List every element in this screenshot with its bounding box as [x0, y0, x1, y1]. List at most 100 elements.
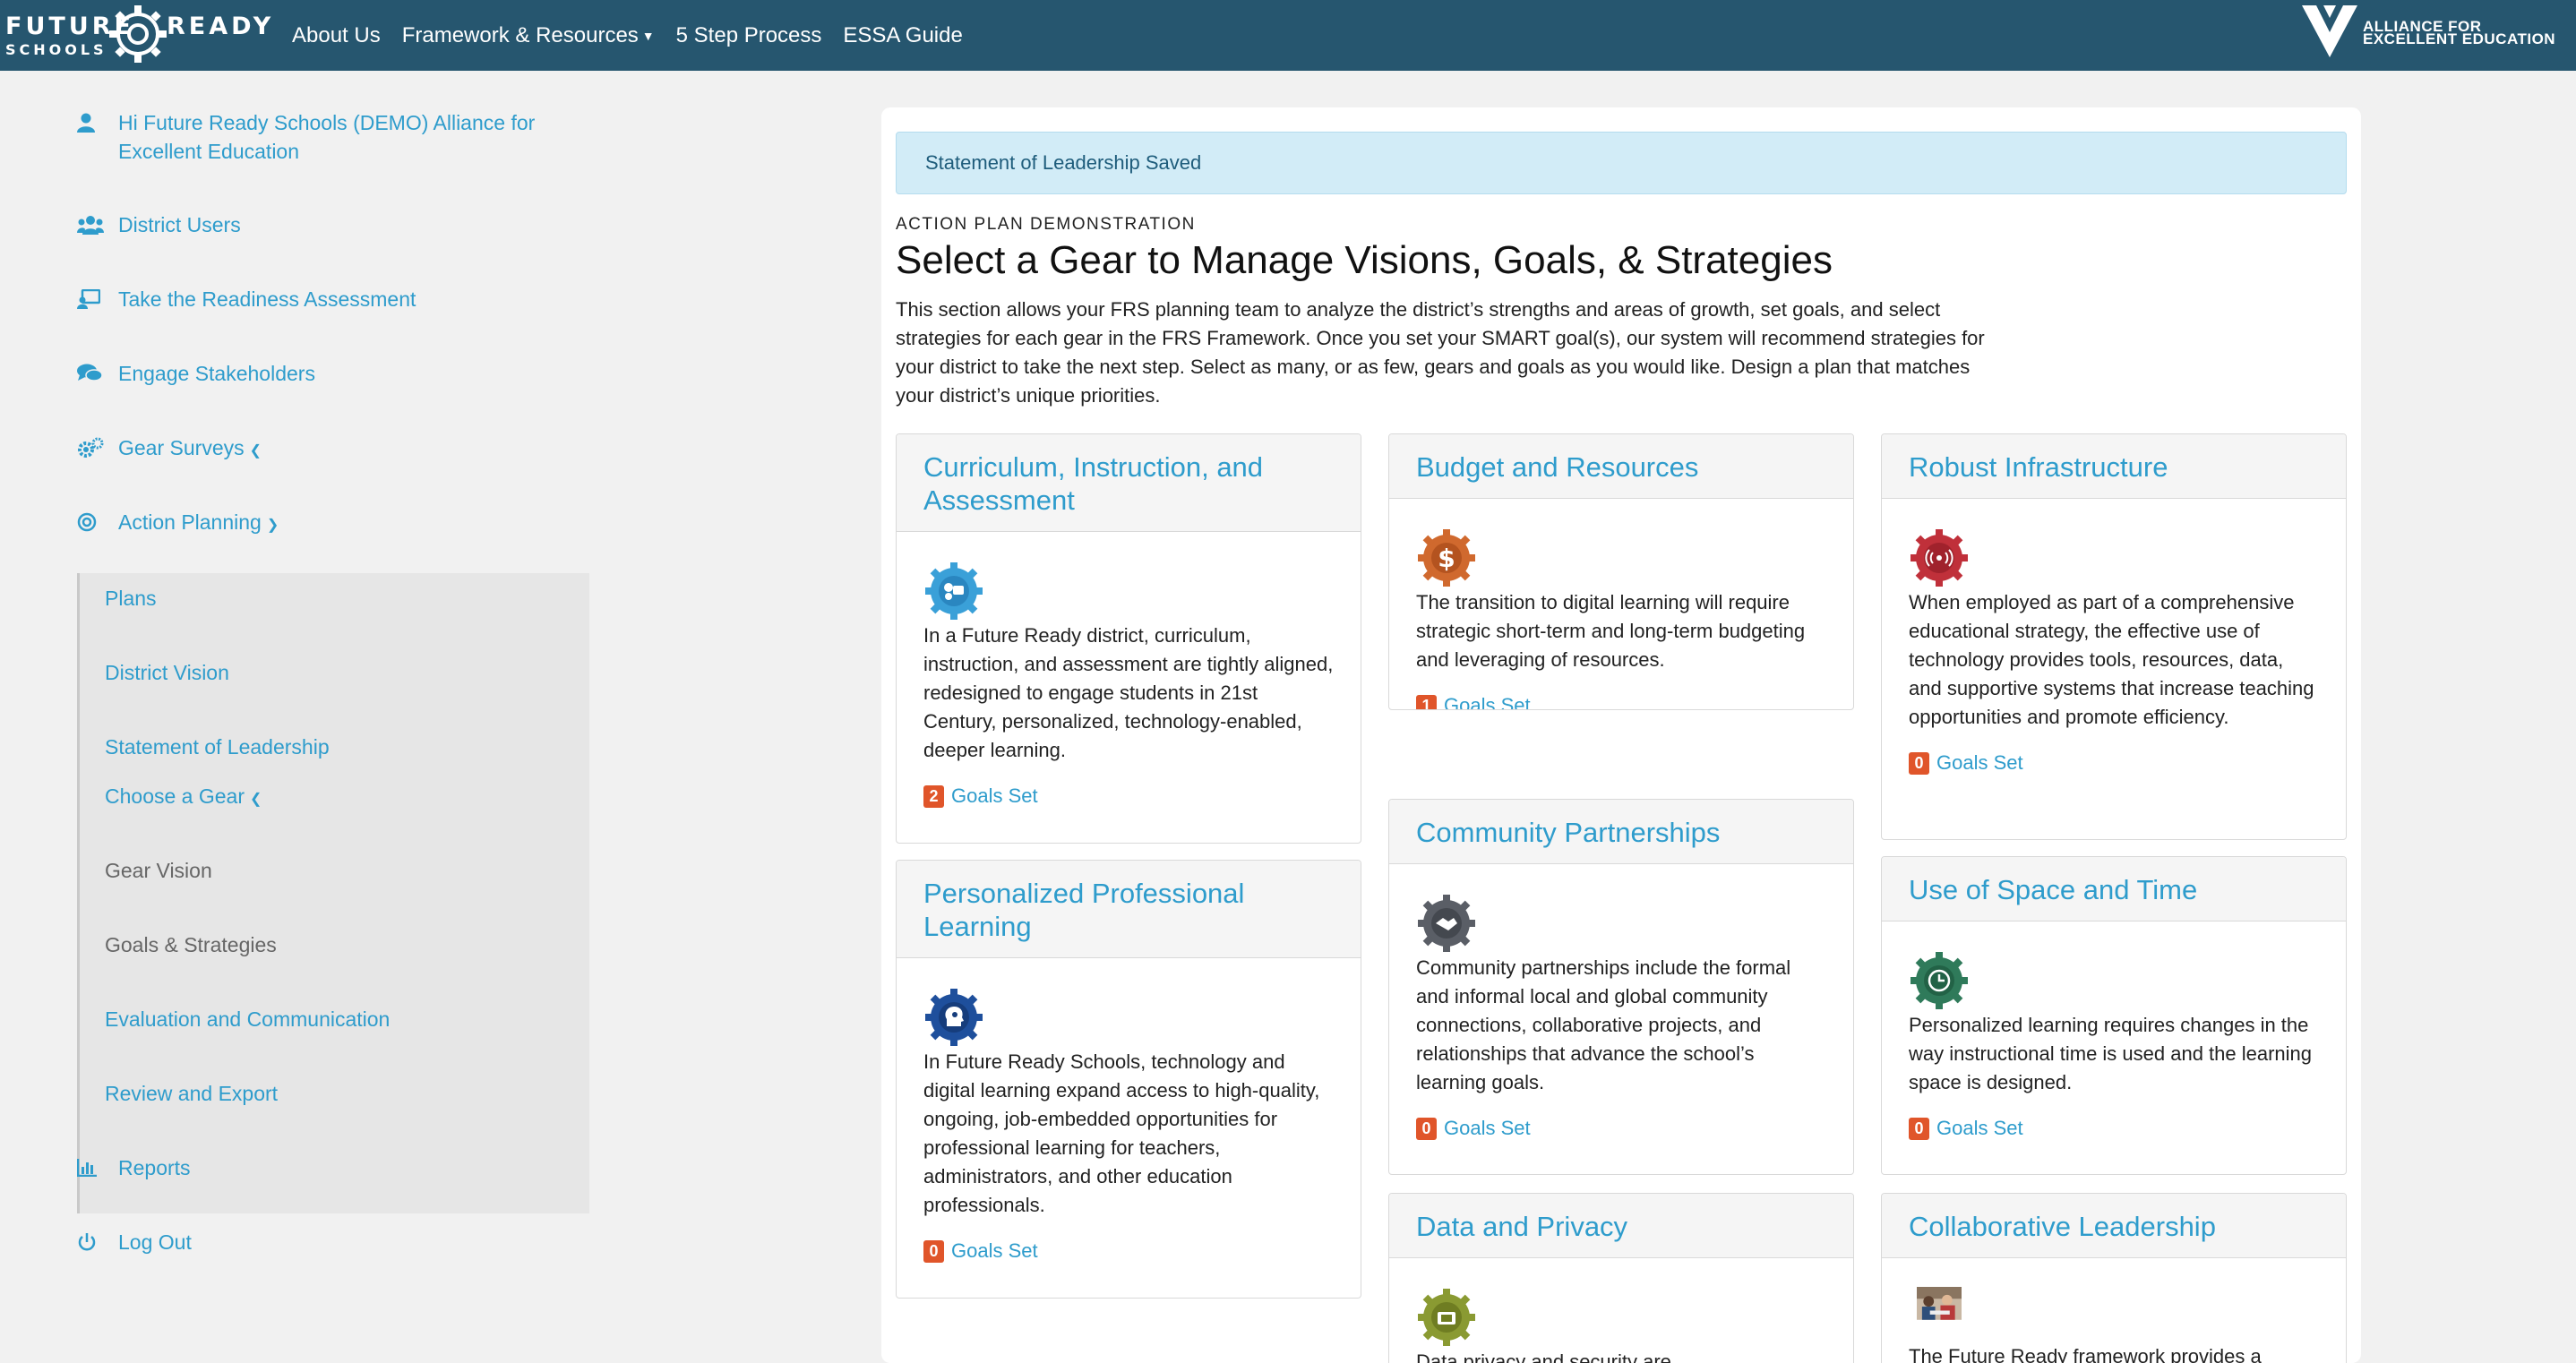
main-panel: Statement of Leadership Saved ACTION PLA… [881, 107, 2361, 1363]
subnav-evaluation-communication[interactable]: Evaluation and Communication [105, 1007, 390, 1032]
greeting-text: Hi Future Ready Schools (DEMO) Alliance … [118, 111, 536, 163]
gear-card-collaborative-leadership[interactable]: Collaborative Leadership The Future Read… [1881, 1193, 2347, 1363]
action-planning-text: Action Planning [118, 510, 262, 534]
goals-set-link[interactable]: 1 Goals Set [1416, 694, 1826, 710]
card-description: The Future Ready framework provides a [1909, 1345, 2262, 1363]
goals-label: Goals Set [1444, 1117, 1531, 1139]
page-title: Select a Gear to Manage Visions, Goals, … [896, 238, 1833, 282]
card-title[interactable]: Data and Privacy [1389, 1194, 1853, 1258]
nav-label: About Us [292, 22, 381, 47]
card-description: The transition to digital learning will … [1416, 591, 1806, 671]
main-nav: About Us Framework & Resources ▼ 5 Step P… [292, 0, 984, 71]
subnav-statement-of-leadership[interactable]: Statement of Leadership [105, 735, 330, 759]
top-navbar: FUTURE READY SCHOOLS About Us Framework … [0, 0, 2576, 71]
sidebar-item-label: Log Out [118, 1230, 192, 1254]
sidebar-item-gear-surveys[interactable]: Gear Surveys ❮ [77, 433, 262, 462]
comments-icon [77, 359, 113, 388]
subnav-district-vision[interactable]: District Vision [105, 661, 229, 685]
sidebar-greeting[interactable]: Hi Future Ready Schools (DEMO) Alliance … [77, 108, 535, 163]
subnav-goals-strategies[interactable]: Goals & Strategies [105, 933, 277, 957]
gear-card-data-privacy[interactable]: Data and Privacy Data privacy and securi… [1388, 1193, 1854, 1363]
alliance-logo[interactable]: ALLIANCE FOR EXCELLENT EDUCATION [2300, 0, 2569, 71]
nav-5-step-process[interactable]: 5 Step Process [676, 23, 822, 48]
gear-card-space-time[interactable]: Use of Space and Time Personalized learn… [1881, 856, 2347, 1175]
nav-label: ESSA Guide [843, 22, 963, 47]
success-alert: Statement of Leadership Saved [896, 132, 2347, 194]
goals-label: Goals Set [1936, 751, 2023, 774]
sidebar-item-reports[interactable]: Reports [77, 1153, 191, 1182]
gear-card-community[interactable]: Community Partnerships Community partner… [1388, 799, 1854, 1175]
user-icon [77, 108, 113, 137]
goals-set-link[interactable]: 0 Goals Set [1909, 751, 2319, 775]
section-eyebrow: ACTION PLAN DEMONSTRATION [896, 215, 1196, 234]
goals-count-badge: 0 [1416, 1117, 1437, 1140]
users-icon [77, 210, 113, 239]
chevron-left-icon: ❮ [249, 443, 262, 459]
sidebar-item-label: Engage Stakeholders [118, 362, 315, 385]
nav-about-us[interactable]: About Us [292, 23, 381, 48]
card-description: When employed as part of a comprehensive… [1909, 591, 2314, 728]
logo-gear-icon [109, 5, 167, 63]
gear-card-professional-learning[interactable]: Personalized Professional Learning In Fu… [896, 860, 1361, 1299]
subnav-review-export[interactable]: Review and Export [105, 1082, 278, 1106]
goals-set-link[interactable]: 2 Goals Set [923, 784, 1334, 808]
nav-essa-guide[interactable]: ESSA Guide [843, 23, 962, 48]
goals-set-link[interactable]: 0 Goals Set [1909, 1117, 2319, 1140]
budget-gear-icon: $ [1418, 529, 1475, 587]
goals-count-badge: 2 [923, 784, 944, 808]
sidebar-item-label: Gear Surveys ❮ [118, 433, 620, 466]
sidebar-item-label: District Users [118, 213, 241, 236]
alliance-triangle-icon [2302, 5, 2357, 57]
goals-count-badge: 1 [1416, 694, 1437, 709]
goals-set-link[interactable]: 0 Goals Set [923, 1239, 1334, 1263]
card-title[interactable]: Collaborative Leadership [1882, 1194, 2346, 1258]
power-icon [77, 1228, 113, 1256]
sidebar-item-readiness-assessment[interactable]: Take the Readiness Assessment [77, 285, 416, 313]
clock-gear-icon [1911, 952, 1968, 1009]
goals-label: Goals Set [951, 784, 1038, 807]
caret-down-icon: ▼ [641, 28, 655, 43]
card-title[interactable]: Community Partnerships [1389, 800, 1853, 864]
assessment-icon [77, 285, 113, 313]
subnav-choose-a-gear[interactable]: Choose a Gear ❮ [105, 784, 262, 809]
sidebar-item-engage-stakeholders[interactable]: Engage Stakeholders [77, 359, 315, 388]
intro-paragraph: This section allows your FRS planning te… [896, 298, 1985, 407]
card-description: In Future Ready Schools, technology and … [923, 1050, 1320, 1216]
logo-word-ready: READY [167, 13, 275, 40]
sidebar-item-label: Action Planning ❯ [118, 508, 620, 540]
goals-count-badge: 0 [923, 1239, 944, 1263]
card-title[interactable]: Robust Infrastructure [1882, 434, 2346, 499]
future-ready-logo[interactable]: FUTURE READY SCHOOLS [5, 5, 270, 63]
cogs-icon [77, 433, 113, 462]
card-title[interactable]: Budget and Resources [1389, 434, 1853, 499]
nav-label: Framework & Resources [401, 22, 639, 47]
sidebar-item-action-planning[interactable]: Action Planning ❯ [77, 508, 279, 536]
goals-set-link[interactable]: 0 Goals Set [1416, 1117, 1826, 1140]
goals-label: Goals Set [1444, 694, 1531, 710]
card-title[interactable]: Personalized Professional Learning [897, 861, 1361, 958]
nav-framework-resources[interactable]: Framework & Resources ▼ [402, 23, 655, 48]
card-description: Community partnerships include the forma… [1416, 956, 1791, 1093]
gear-card-budget[interactable]: Budget and Resources $ The transition to… [1388, 433, 1854, 710]
nav-label: 5 Step Process [675, 22, 822, 47]
gear-card-curriculum[interactable]: Curriculum, Instruction, and Assessment … [896, 433, 1361, 844]
choose-gear-text: Choose a Gear [105, 784, 245, 808]
card-title[interactable]: Curriculum, Instruction, and Assessment [897, 434, 1361, 532]
data-gear-icon [1418, 1289, 1475, 1346]
subnav-gear-vision[interactable]: Gear Vision [105, 859, 212, 883]
chevron-down-icon: ❯ [266, 518, 279, 533]
sidebar-item-district-users[interactable]: District Users [77, 210, 241, 239]
subnav-plans[interactable]: Plans [105, 587, 157, 611]
action-planning-subnav: Plans District Vision Statement of Leade… [77, 573, 589, 1213]
sidebar-item-log-out[interactable]: Log Out [77, 1228, 192, 1256]
card-description: In a Future Ready district, curriculum, … [923, 624, 1334, 761]
gear-card-infrastructure[interactable]: Robust Infrastructure When employed as p… [1881, 433, 2347, 840]
professional-learning-gear-icon [925, 989, 983, 1046]
card-title[interactable]: Use of Space and Time [1882, 857, 2346, 922]
goals-label: Goals Set [1936, 1117, 2023, 1139]
chart-icon [77, 1153, 113, 1182]
gear-surveys-text: Gear Surveys [118, 436, 245, 459]
goals-label: Goals Set [951, 1239, 1038, 1262]
svg-text:$: $ [1438, 544, 1455, 573]
goals-count-badge: 0 [1909, 751, 1929, 775]
